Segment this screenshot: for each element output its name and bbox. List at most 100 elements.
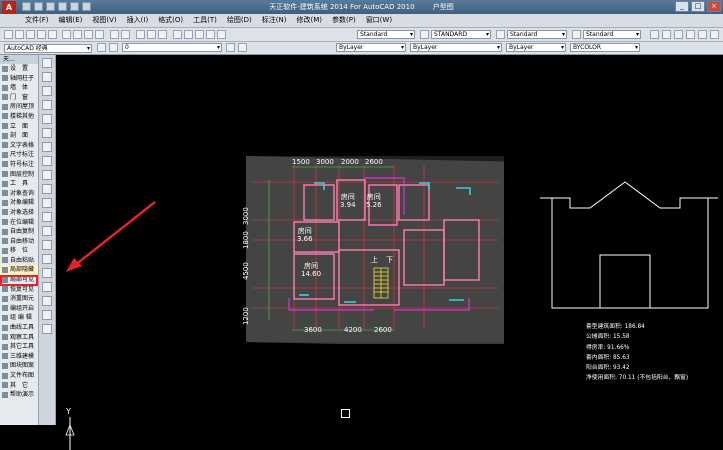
dim-style-icon[interactable] [420, 30, 429, 39]
layer-previous-icon[interactable] [238, 43, 247, 52]
make-current-layer-icon[interactable] [226, 43, 235, 52]
menu-draw[interactable]: 绘图(D) [222, 14, 257, 27]
arc-icon[interactable] [42, 128, 52, 138]
panel-item[interactable]: 组 编 辑 [0, 313, 38, 323]
panel-header[interactable]: 天... [0, 55, 38, 64]
point-icon[interactable] [42, 240, 52, 250]
preview-icon[interactable] [48, 30, 57, 39]
panel-item[interactable]: 对象查询 [0, 189, 38, 199]
color-combo[interactable]: ByLayer [336, 43, 406, 52]
panel-item[interactable]: 其它工具 [0, 342, 38, 352]
spline-icon[interactable] [42, 170, 52, 180]
copy-icon[interactable] [73, 30, 82, 39]
panel-item[interactable]: 编组开启 [0, 304, 38, 314]
panel-item[interactable]: 尺寸标注 [0, 150, 38, 160]
multileader-style-combo[interactable]: Standard [583, 30, 641, 39]
lock-icon[interactable] [686, 30, 695, 39]
panel-item[interactable]: 图块图案 [0, 361, 38, 371]
panel-item[interactable]: 轴网柱子 [0, 74, 38, 84]
region-icon[interactable] [42, 282, 52, 292]
panel-item[interactable]: 设 置 [0, 64, 38, 74]
circle-icon[interactable] [42, 142, 52, 152]
panel-item[interactable]: 工 具 [0, 179, 38, 189]
menu-format[interactable]: 格式(O) [153, 14, 188, 27]
panel-item[interactable]: 门 窗 [0, 93, 38, 103]
lineweight-combo[interactable]: ByLayer [506, 43, 566, 52]
linetype-combo[interactable]: ByLayer [410, 43, 502, 52]
panel-item[interactable]: 局部隐藏 [0, 265, 38, 276]
layer-combo[interactable]: 0 [122, 43, 222, 52]
menu-dimension[interactable]: 标注(N) [257, 14, 292, 27]
panel-item[interactable]: 三维建模 [0, 352, 38, 362]
gradient-icon[interactable] [42, 268, 52, 278]
table-icon[interactable] [42, 296, 52, 306]
panel-item[interactable]: 楼梯其他 [0, 112, 38, 122]
panel-item[interactable]: 剖 面 [0, 131, 38, 141]
match-properties-icon[interactable] [95, 30, 104, 39]
properties-icon[interactable] [173, 30, 182, 39]
help-icon[interactable] [217, 30, 226, 39]
floor-plan-drawing[interactable]: 1500 3000 2000 2600 3600 4200 2600 3000 … [242, 150, 506, 344]
table-style-combo[interactable]: Standard [507, 30, 567, 39]
layer-manager-icon[interactable] [109, 43, 118, 52]
maximize-button[interactable]: □ [691, 1, 705, 12]
close-button[interactable]: × [707, 1, 721, 12]
menu-view[interactable]: 视图(V) [87, 14, 121, 27]
panel-item[interactable]: 立 面 [0, 122, 38, 132]
panel-item[interactable]: 文字表格 [0, 141, 38, 151]
cut-icon[interactable] [62, 30, 71, 39]
panel-item[interactable]: 房间屋顶 [0, 102, 38, 112]
layer-states-icon[interactable] [710, 30, 719, 39]
revision-cloud-icon[interactable] [42, 156, 52, 166]
new-icon[interactable] [4, 30, 13, 39]
color-square-icon[interactable] [698, 30, 707, 39]
dim-style-combo[interactable]: STANDARD [431, 30, 491, 39]
plotstyle-combo[interactable]: BYCOLOR [570, 43, 640, 52]
redo-icon[interactable] [121, 30, 130, 39]
house-outline-drawing[interactable] [540, 180, 720, 315]
menu-window[interactable]: 窗口(W) [361, 14, 397, 27]
design-center-icon[interactable] [184, 30, 193, 39]
mtext-icon[interactable] [42, 310, 52, 320]
line-icon[interactable] [42, 58, 52, 68]
polyline-icon[interactable] [42, 86, 52, 96]
panel-item[interactable]: 自由粘贴 [0, 256, 38, 266]
table-style-icon[interactable] [496, 30, 505, 39]
panel-item[interactable]: 文件布图 [0, 371, 38, 381]
workspace-combo[interactable]: AutoCAD 经典 [4, 44, 92, 53]
zoom-previous-icon[interactable] [158, 30, 167, 39]
menu-tools[interactable]: 工具(T) [188, 14, 222, 27]
panel-item[interactable]: 移 位 [0, 246, 38, 256]
minimize-button[interactable]: _ [675, 1, 689, 12]
panel-item[interactable]: 消重图元 [0, 294, 38, 304]
calculator-icon[interactable] [206, 30, 215, 39]
polygon-icon[interactable] [42, 100, 52, 110]
panel-item[interactable]: 自由复制 [0, 227, 38, 237]
hatch-icon[interactable] [42, 254, 52, 264]
panel-item[interactable]: 墙 体 [0, 83, 38, 93]
workspace-settings-icon[interactable] [97, 43, 106, 52]
text-style-combo[interactable]: Standard [357, 30, 415, 39]
paste-icon[interactable] [84, 30, 93, 39]
panel-item[interactable]: 其 它 [0, 381, 38, 391]
panel-item[interactable]: 图层控制 [0, 170, 38, 180]
panel-item[interactable]: 对象编辑 [0, 198, 38, 208]
menu-insert[interactable]: 插入(I) [122, 14, 154, 27]
menu-modify[interactable]: 修改(M) [291, 14, 327, 27]
ellipse-icon[interactable] [42, 184, 52, 194]
insert-block-icon[interactable] [42, 212, 52, 222]
zoom-icon[interactable] [147, 30, 156, 39]
menu-file[interactable]: 文件(F) [20, 14, 54, 27]
plot-icon[interactable] [37, 30, 46, 39]
panel-item[interactable]: 恢复可见 [0, 285, 38, 295]
menu-parametric[interactable]: 参数(P) [327, 14, 361, 27]
multileader-style-icon[interactable] [572, 30, 581, 39]
lightbulb-icon[interactable] [662, 30, 671, 39]
undo-icon[interactable] [110, 30, 119, 39]
panel-item[interactable]: 在位编辑 [0, 218, 38, 228]
sun-icon[interactable] [674, 30, 683, 39]
menu-edit[interactable]: 编辑(E) [54, 14, 88, 27]
ellipse-arc-icon[interactable] [42, 198, 52, 208]
pan-icon[interactable] [136, 30, 145, 39]
tool-palette-icon[interactable] [195, 30, 204, 39]
